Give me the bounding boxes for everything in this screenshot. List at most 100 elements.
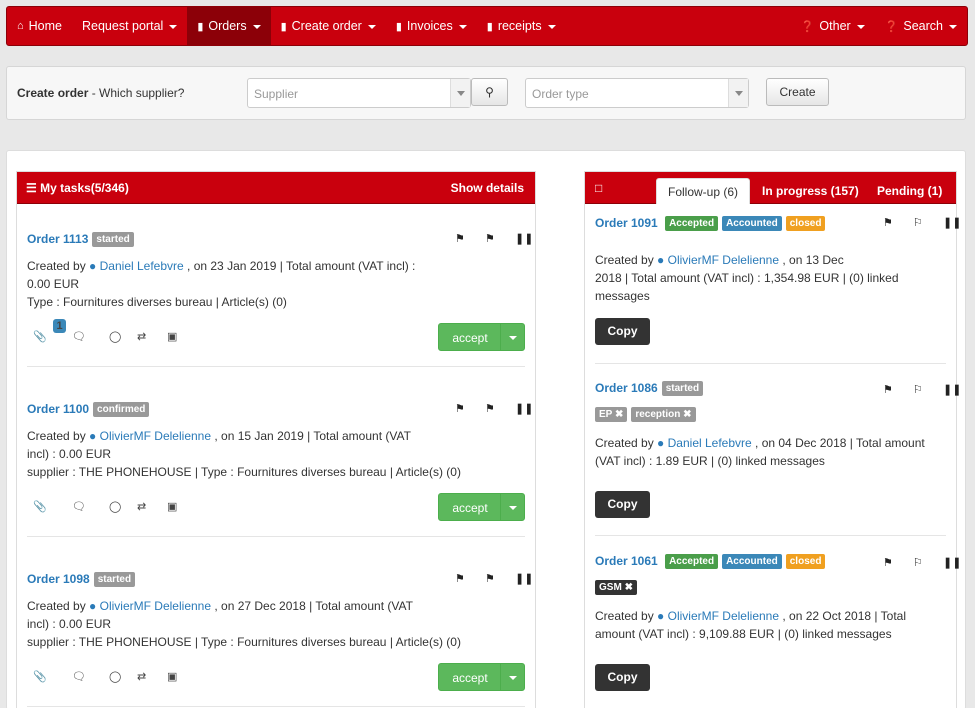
exchange-icon[interactable]: ⇄ <box>137 500 146 513</box>
tag-icon[interactable]: ⚑ <box>455 572 465 585</box>
comment-icon[interactable]: ◯ <box>109 670 121 683</box>
task-item: Order 1098 started ⚑ ⚑ ❚❚ Created by ● Ol… <box>27 572 533 691</box>
pause-icon[interactable]: ❚❚ <box>515 572 533 585</box>
copy-button[interactable]: Copy <box>595 491 650 518</box>
tag-icon[interactable]: ⚑ <box>455 402 465 415</box>
comments-icon[interactable]: 🗨 <box>72 670 86 683</box>
tab-pending[interactable]: Pending (1) <box>877 178 942 204</box>
order-type-select[interactable]: Order type <box>525 78 749 108</box>
caret-down-icon <box>367 24 376 29</box>
show-details-link[interactable]: Show details <box>451 181 524 195</box>
user-link[interactable]: ● Daniel Lefebvre <box>657 436 752 450</box>
chevron-down-icon <box>728 79 748 107</box>
accept-dropdown-toggle[interactable] <box>500 324 524 350</box>
flag-icon[interactable]: ⚑ <box>485 572 495 585</box>
comment-icon[interactable]: ◯ <box>109 330 121 343</box>
order-link[interactable]: Order 1091 <box>595 216 658 230</box>
tag-chip[interactable]: reception ✖ <box>631 407 696 422</box>
flag-icon[interactable]: ⚑ <box>485 232 495 245</box>
close-icon[interactable]: ✖ <box>615 409 623 420</box>
tag-icon[interactable]: ⚑ <box>883 216 893 229</box>
pause-icon[interactable]: ❚❚ <box>943 216 961 229</box>
list-icon: ☰ <box>26 181 41 195</box>
accept-button[interactable]: accept <box>438 663 525 691</box>
nav-request-portal[interactable]: Request portal <box>72 7 187 45</box>
tab-follow-up[interactable]: Follow-up (6) <box>656 178 751 204</box>
close-icon[interactable]: ✖ <box>683 409 691 420</box>
flag-icon[interactable]: ⚑ <box>485 402 495 415</box>
user-link[interactable]: ● OlivierMF Delelienne <box>657 253 779 267</box>
accept-button[interactable]: accept <box>438 493 525 521</box>
tag-icon[interactable]: ⚑ <box>455 232 465 245</box>
flag-icon[interactable]: ⚐ <box>913 556 923 569</box>
tag-chip[interactable]: EP ✖ <box>595 407 628 422</box>
create-button[interactable]: Create <box>766 78 829 106</box>
user-link[interactable]: ● OlivierMF Delelienne <box>89 599 211 613</box>
close-icon[interactable]: ✖ <box>625 582 633 593</box>
follow-up-item: Order 1091 Accepted Accounted closed ⚑ ⚐ ❚… <box>595 216 961 345</box>
nav-home[interactable]: ⌂ Home <box>7 7 72 45</box>
status-badge: started <box>661 381 704 396</box>
user-icon: ● <box>89 259 97 273</box>
paperclip-icon[interactable]: 📎 <box>33 500 47 513</box>
money-icon[interactable]: ▣ <box>167 670 177 683</box>
tag-chip[interactable]: GSM ✖ <box>595 580 637 595</box>
accept-dropdown-toggle[interactable] <box>500 494 524 520</box>
user-icon: ● <box>89 429 97 443</box>
order-link[interactable]: Order 1098 <box>27 572 90 586</box>
follow-up-header: □ Follow-up (6) In progress (157) Pendin… <box>585 172 956 204</box>
task-item: Order 1100 confirmed ⚑ ⚑ ❚❚ Created by ● … <box>27 402 533 521</box>
my-tasks-header: ☰ My tasks(5/346) Show details <box>17 172 535 204</box>
nav-receipts[interactable]: ▮ receipts <box>477 7 566 45</box>
nav-create-order[interactable]: ▮ Create order <box>271 7 386 45</box>
order-link[interactable]: Order 1100 <box>27 402 89 416</box>
nav-search[interactable]: ❓ Search <box>875 7 967 45</box>
supplier-search-button[interactable]: ⚲ <box>471 78 508 106</box>
question-icon: ❓ <box>800 20 815 33</box>
money-icon[interactable]: ▣ <box>167 500 177 513</box>
pause-icon[interactable]: ❚❚ <box>515 232 533 245</box>
caret-down-icon <box>169 24 178 29</box>
order-link[interactable]: Order 1061 <box>595 554 658 568</box>
comments-icon[interactable]: 🗨 <box>72 500 86 513</box>
status-badge: closed <box>785 216 826 231</box>
pause-icon[interactable]: ❚❚ <box>515 402 533 415</box>
comment-icon[interactable]: ◯ <box>109 500 121 513</box>
user-link[interactable]: ● OlivierMF Delelienne <box>657 609 779 623</box>
tab-in-progress[interactable]: In progress (157) <box>762 178 859 204</box>
my-tasks-title: ☰ My tasks(5/346) <box>26 181 129 195</box>
nav-invoices[interactable]: ▮ Invoices <box>386 7 477 45</box>
copy-button[interactable]: Copy <box>595 664 650 691</box>
nav-orders[interactable]: ▮ Orders <box>187 7 271 45</box>
money-icon[interactable]: ▣ <box>167 330 177 343</box>
caret-down-icon <box>252 24 261 29</box>
nav-other[interactable]: ❓ Other <box>791 7 875 45</box>
tag-icon[interactable]: ⚑ <box>883 383 893 396</box>
paperclip-icon[interactable]: 📎 <box>33 670 47 683</box>
status-badge: started <box>93 572 136 587</box>
accept-button[interactable]: accept <box>438 323 525 351</box>
user-icon: ● <box>657 436 665 450</box>
exchange-icon[interactable]: ⇄ <box>137 670 146 683</box>
status-badge: Accepted <box>665 216 719 231</box>
tag-icon[interactable]: ⚑ <box>883 556 893 569</box>
flag-icon[interactable]: ⚐ <box>913 383 923 396</box>
accept-dropdown-toggle[interactable] <box>500 664 524 690</box>
copy-button[interactable]: Copy <box>595 318 650 345</box>
paperclip-icon[interactable]: 📎 <box>33 330 47 343</box>
pause-icon[interactable]: ❚❚ <box>943 556 961 569</box>
status-badge: closed <box>785 554 826 569</box>
pause-icon[interactable]: ❚❚ <box>943 383 961 396</box>
caret-down-icon <box>949 24 957 29</box>
exchange-icon[interactable]: ⇄ <box>137 330 146 343</box>
user-link[interactable]: ● OlivierMF Delelienne <box>89 429 211 443</box>
order-link[interactable]: Order 1113 <box>27 232 88 246</box>
user-link[interactable]: ● Daniel Lefebvre <box>89 259 184 273</box>
comments-icon[interactable]: 🗨 <box>72 330 86 343</box>
follow-up-item: Order 1086 started ⚑ ⚐ ❚❚ EP ✖ reception ✖… <box>595 381 961 518</box>
follow-up-item: Order 1061 Accepted Accounted closed ⚑ ⚐ ❚… <box>595 554 961 691</box>
supplier-select[interactable]: Supplier <box>247 78 471 108</box>
flag-icon[interactable]: ⚐ <box>913 216 923 229</box>
order-link[interactable]: Order 1086 <box>595 381 658 395</box>
